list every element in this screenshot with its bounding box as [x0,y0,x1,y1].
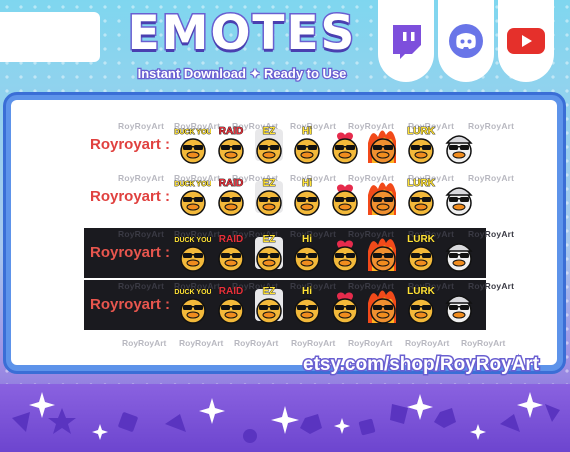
emote-love [326,283,363,327]
shop-url[interactable]: etsy.com/shop/RoyRoyArt [301,353,540,377]
watermark: RoyRoyArt [348,338,393,348]
svg-text:LURK: LURK [407,286,436,297]
svg-text:LURK: LURK [407,126,436,137]
emote-row: RoyRoyArt RoyRoyArt RoyRoyArt RoyRoyArt RoyR… [84,120,514,170]
svg-text:Hi: Hi [302,178,312,189]
emote-ez: EZ [250,231,287,275]
svg-text:RAID: RAID [219,126,243,137]
emote-rage [364,123,401,167]
svg-text:EZ: EZ [263,286,276,297]
emote-lurk: LURK [402,123,439,167]
watermark: RoyRoyArt [118,281,165,291]
watermark: RoyRoyArt [234,338,279,348]
emote-rage [364,283,401,327]
emote-list: DUCK YOU RAID EZ Hi LURK [174,283,477,327]
svg-text:Hi: Hi [302,234,312,245]
emote-cool [440,175,477,219]
watermark: RoyRoyArt [118,229,165,239]
emote-duck-you: DUCK YOU [174,231,211,275]
watermark: RoyRoyArt [179,338,224,348]
svg-text:DUCK YOU: DUCK YOU [174,129,211,136]
watermark: RoyRoyArt [118,173,165,183]
emote-rage [364,231,401,275]
twitch-tab[interactable] [378,0,434,82]
emote-hi: Hi [288,231,325,275]
discord-tab[interactable] [438,0,494,82]
row-label: Royroyart : [90,244,171,261]
bottom-decoration-band [0,384,570,452]
svg-text:EZ: EZ [263,126,276,137]
emote-row: RoyRoyArt RoyRoyArt RoyRoyArt RoyRoyArt RoyR… [84,172,514,222]
emote-raid: RAID [212,283,249,327]
page-title: EMOTES [126,5,357,63]
discord-icon [448,23,484,59]
row-label: Royroyart : [90,188,171,205]
emote-ez: EZ [250,283,287,327]
emote-love [326,123,363,167]
svg-text:RAID: RAID [219,178,243,189]
watermark: RoyRoyArt [291,338,336,348]
emote-raid: RAID [212,175,249,219]
emote-hi: Hi [288,123,325,167]
youtube-icon [506,26,546,56]
emote-duck-you: DUCK YOU [174,283,211,327]
row-label: Royroyart : [90,136,171,153]
watermark: RoyRoyArt [461,338,506,348]
emote-duck-you: DUCK YOU [174,123,211,167]
emote-ez: EZ [250,123,287,167]
svg-text:EZ: EZ [263,178,276,189]
emote-row: RoyRoyArt RoyRoyArt RoyRoyArt RoyRoyArt RoyR… [84,280,514,330]
emote-list: DUCK YOU RAID EZ Hi LURK [174,123,477,167]
watermark: RoyRoyArt [118,121,165,131]
emote-raid: RAID [212,123,249,167]
emote-raid: RAID [212,231,249,275]
emote-list: DUCK YOU RAID EZ Hi LURK [174,175,477,219]
twitch-icon [389,23,423,59]
emote-duck-you: DUCK YOU [174,175,211,219]
emote-hi: Hi [288,283,325,327]
emote-lurk: LURK [402,175,439,219]
svg-text:Hi: Hi [302,286,312,297]
svg-text:Hi: Hi [302,126,312,137]
emote-rage [364,175,401,219]
emote-love [326,231,363,275]
emote-row: RoyRoyArt RoyRoyArt RoyRoyArt RoyRoyArt RoyR… [84,228,514,278]
emote-list: DUCK YOU RAID EZ Hi LURK [174,231,477,275]
emote-lurk: LURK [402,231,439,275]
svg-text:DUCK YOU: DUCK YOU [174,289,211,296]
white-banner-tab [0,12,100,62]
youtube-tab[interactable] [498,0,554,82]
watermark: RoyRoyArt [405,338,450,348]
emote-cool [440,123,477,167]
svg-text:EZ: EZ [263,234,276,245]
svg-text:RAID: RAID [219,234,243,245]
watermark: RoyRoyArt [122,338,167,348]
svg-text:DUCK YOU: DUCK YOU [174,237,211,244]
emote-ez: EZ [250,175,287,219]
page-subtitle: Instant Download ✦ Ready to Use [136,65,347,83]
svg-text:LURK: LURK [407,178,436,189]
svg-text:RAID: RAID [219,286,243,297]
emote-love [326,175,363,219]
svg-text:DUCK YOU: DUCK YOU [174,181,211,188]
emote-cool [440,283,477,327]
emote-cool [440,231,477,275]
emote-lurk: LURK [402,283,439,327]
svg-text:LURK: LURK [407,234,436,245]
row-label: Royroyart : [90,296,171,313]
emote-hi: Hi [288,175,325,219]
